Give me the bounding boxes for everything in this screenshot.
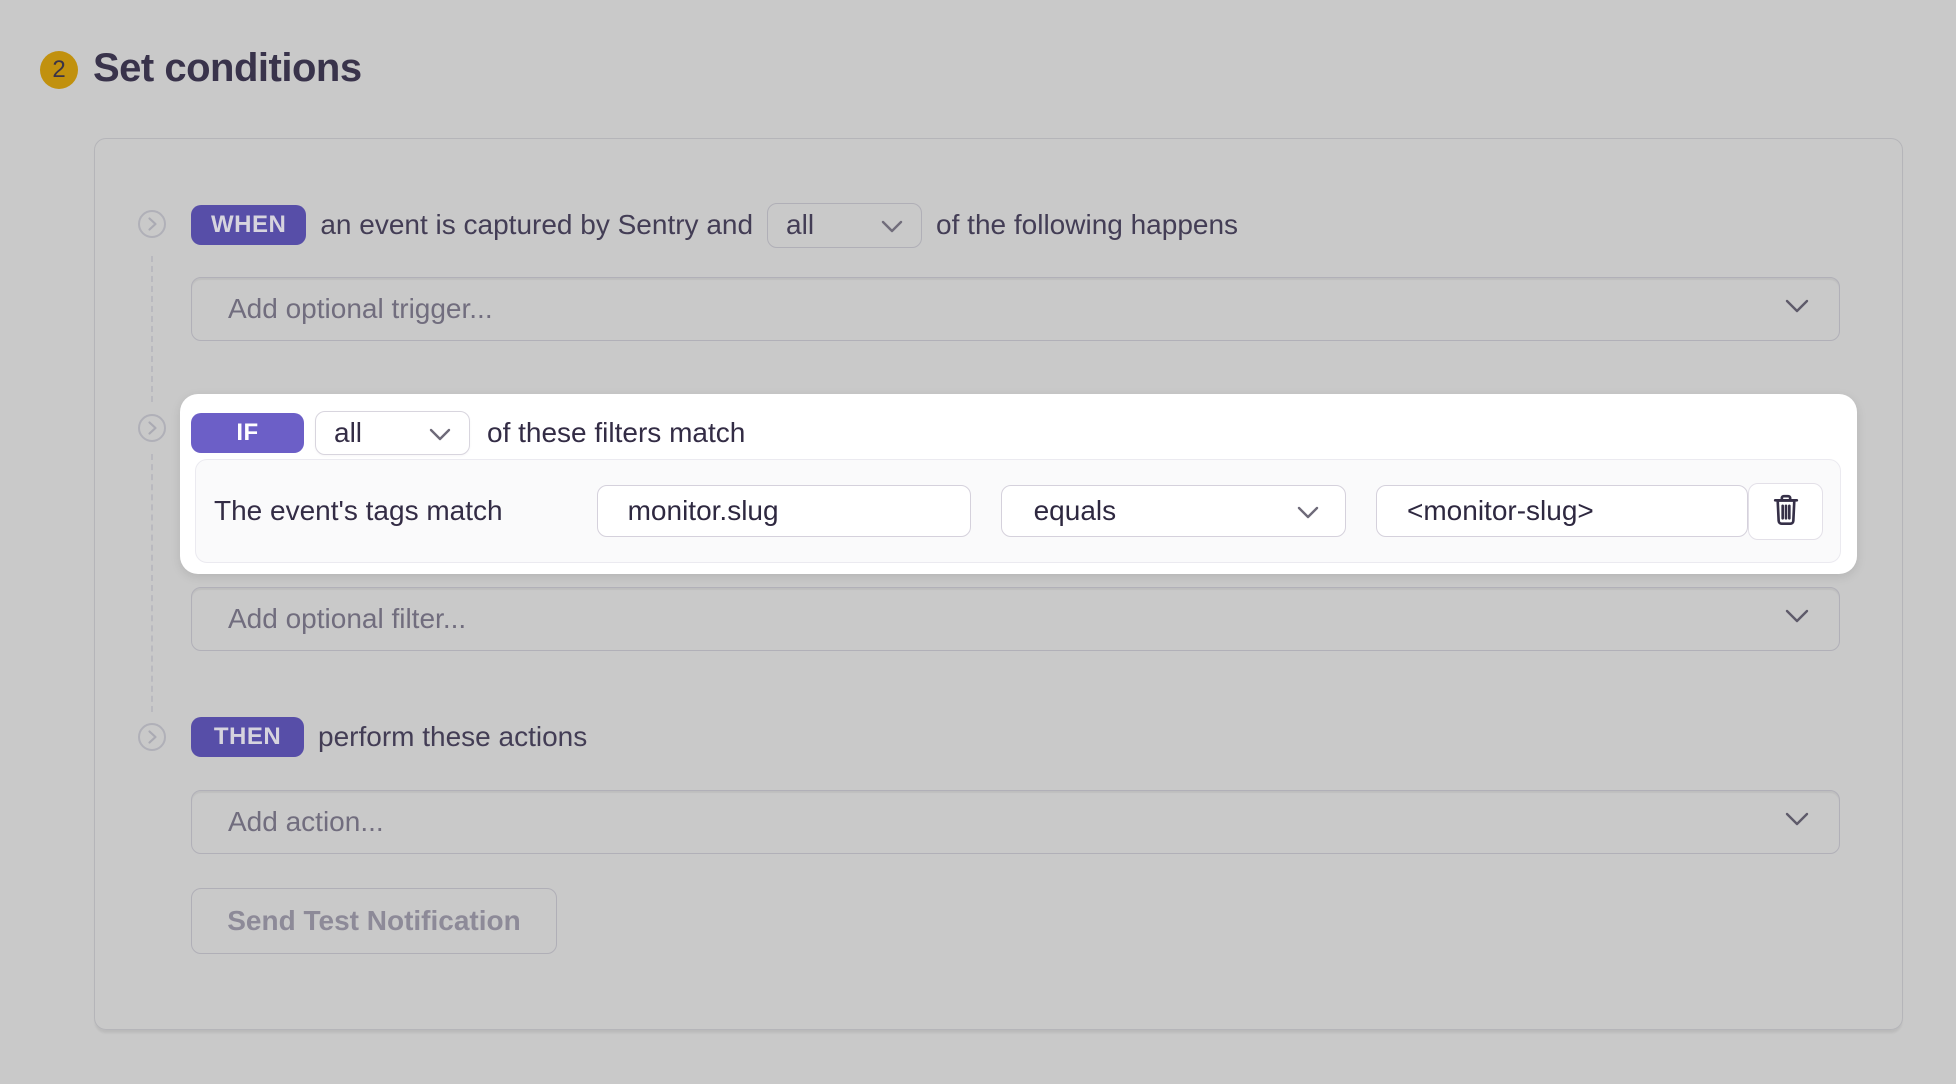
add-optional-trigger-select[interactable]: Add optional trigger...: [191, 277, 1840, 341]
chevron-down-icon: [1785, 299, 1809, 319]
chevron-down-icon: [881, 209, 903, 241]
chevron-down-icon: [1785, 609, 1809, 629]
step-connector-line: [151, 454, 153, 712]
if-badge: IF: [191, 413, 304, 453]
chevron-down-icon: [1785, 812, 1809, 832]
step-connector-line: [151, 256, 153, 402]
filter-condition-panel: The event's tags match equals: [195, 459, 1841, 563]
then-condition-row: THEN perform these actions: [191, 714, 587, 760]
when-badge: WHEN: [191, 205, 306, 245]
add-optional-filter-select[interactable]: Add optional filter...: [191, 587, 1840, 651]
chevron-right-circle-icon: [138, 414, 166, 442]
alert-rule-conditions-page: 2 Set conditions WHEN an event is captur…: [0, 0, 1956, 1084]
filter-match-select-value: equals: [1034, 495, 1117, 527]
when-text-after: of the following happens: [936, 209, 1238, 241]
step-number: 2: [52, 56, 65, 84]
when-condition-row: WHEN an event is captured by Sentry and …: [191, 202, 1238, 248]
filter-match-select[interactable]: equals: [1001, 485, 1346, 537]
filter-tag-value-input[interactable]: [1376, 485, 1748, 537]
add-action-placeholder: Add action...: [228, 806, 384, 838]
when-match-select[interactable]: all: [767, 203, 922, 248]
chevron-down-icon: [1297, 495, 1319, 527]
if-match-select[interactable]: all: [315, 411, 470, 455]
add-optional-filter-placeholder: Add optional filter...: [228, 603, 466, 635]
when-text-before: an event is captured by Sentry and: [320, 209, 753, 241]
send-test-notification-button[interactable]: Send Test Notification: [191, 888, 557, 954]
if-match-select-value: all: [334, 417, 362, 449]
if-condition-row: IF all of these filters match: [191, 411, 745, 455]
if-filter-highlight-section: IF all of these filters match The event'…: [180, 394, 1857, 574]
add-optional-trigger-placeholder: Add optional trigger...: [228, 293, 493, 325]
step-number-badge: 2: [40, 51, 78, 89]
if-text-after: of these filters match: [487, 417, 745, 449]
trash-icon: [1769, 492, 1803, 531]
chevron-down-icon: [429, 417, 451, 449]
chevron-right-circle-icon: [138, 210, 166, 238]
then-badge: THEN: [191, 717, 304, 757]
page-title: Set conditions: [93, 46, 362, 91]
chevron-right-circle-icon: [138, 723, 166, 751]
delete-filter-button[interactable]: [1748, 483, 1823, 540]
filter-label: The event's tags match: [214, 495, 503, 527]
filter-tag-key-input[interactable]: [597, 485, 971, 537]
when-match-select-value: all: [786, 209, 814, 241]
then-text-after: perform these actions: [318, 721, 587, 753]
add-action-select[interactable]: Add action...: [191, 790, 1840, 854]
